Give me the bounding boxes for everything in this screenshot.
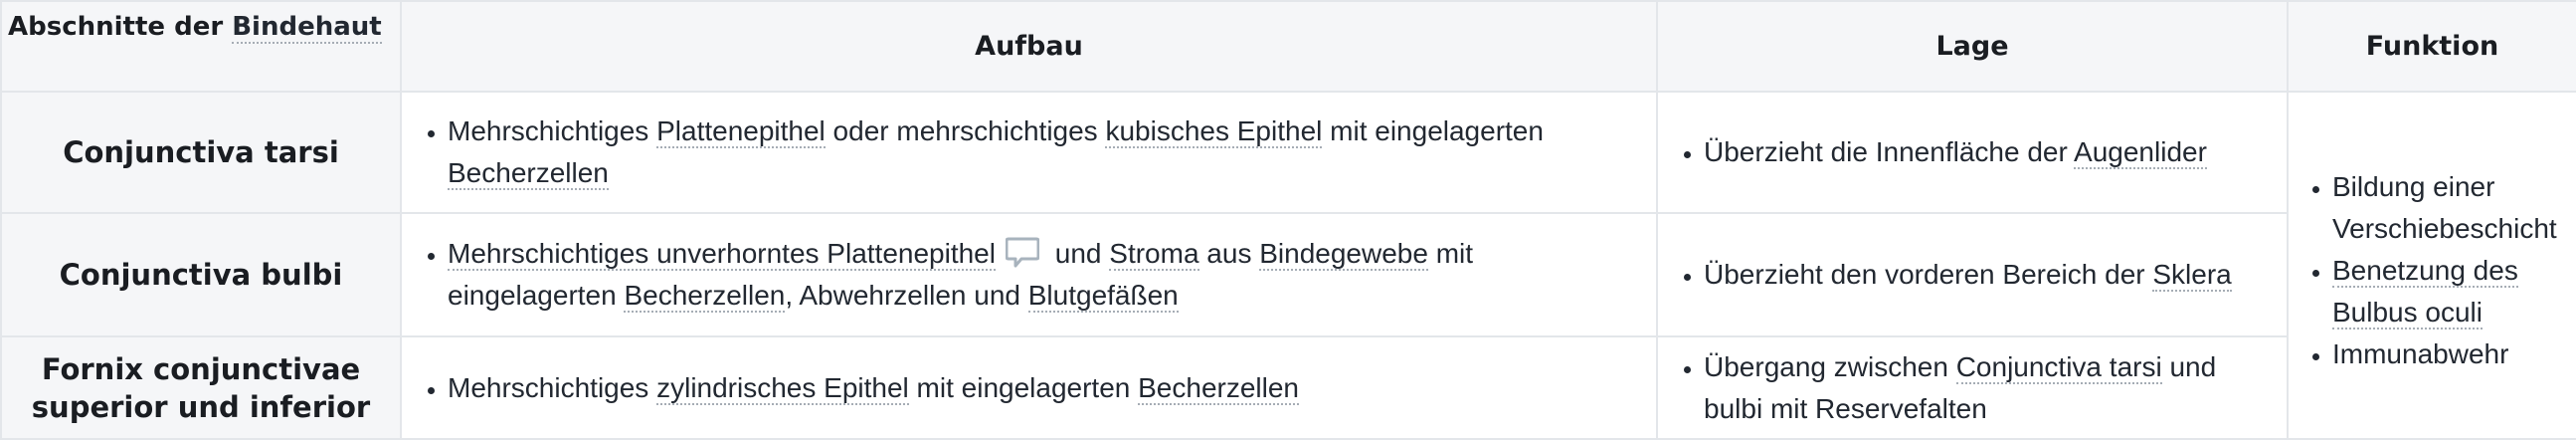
- row-label-line: superior und inferior: [31, 389, 371, 424]
- bindehaut-link[interactable]: Bindehaut: [232, 12, 382, 44]
- text: mit eingelagerten: [1322, 115, 1544, 146]
- header-row: Abschnitte der Bindehaut Aufbau Lage Fun…: [0, 0, 2576, 93]
- aufbau-cell: Mehrschichtiges Plattenepithel oder mehr…: [400, 91, 1658, 214]
- text: Übergang zwischen: [1704, 350, 1956, 382]
- header-funktion: Funktion: [2287, 0, 2576, 93]
- list-item: Mehrschichtiges unverhorntes Plattenepit…: [448, 233, 1640, 317]
- text: Mehrschichtiges: [448, 371, 657, 403]
- table-row: Conjunctiva tarsi Mehrschichtiges Platte…: [0, 91, 2576, 440]
- text: aus: [1198, 238, 1260, 269]
- kubisches-epithel-link[interactable]: kubisches Epithel: [1105, 115, 1323, 148]
- aufbau-cell: Mehrschichtiges unverhorntes Plattenepit…: [400, 212, 1658, 337]
- sklera-link[interactable]: Sklera: [2152, 259, 2232, 292]
- lage-cell: Überzieht den vorderen Bereich der Skler…: [1656, 212, 2289, 337]
- funktion-cell: Bildung einer Verschiebeschicht Benetzun…: [2287, 91, 2576, 440]
- text: Bildung einer Verschiebeschicht: [2332, 171, 2557, 244]
- row-label-conjunctiva-tarsi: Conjunctiva tarsi: [0, 91, 402, 214]
- list-item: Bildung einer Verschiebeschicht: [2332, 166, 2570, 250]
- header-abschnitte-text: Abschnitte der: [8, 12, 224, 42]
- lage-cell: Überzieht die Innenfläche der Augenlider: [1656, 91, 2289, 214]
- text: und: [1046, 238, 1110, 269]
- list-item: Immunabwehr: [2332, 333, 2570, 375]
- benetzung-bulbus-oculi-link[interactable]: Benetzung des Bulbus oculi: [2332, 255, 2518, 330]
- becherzellen-link[interactable]: Becherzellen: [1138, 371, 1299, 405]
- table-row: Conjunctiva bulbi Mehrschichtiges unverh…: [0, 212, 2576, 337]
- row-label-conjunctiva-bulbi: Conjunctiva bulbi: [0, 212, 402, 337]
- comment-icon[interactable]: [1005, 237, 1039, 269]
- text: Überzieht die Innenfläche der: [1704, 136, 2075, 167]
- conjunctiva-tarsi-link[interactable]: Conjunctiva tarsi: [1955, 350, 2162, 384]
- table-row: Fornix conjunctivae superior und inferior…: [0, 335, 2576, 440]
- anatomy-table: Abschnitte der Bindehaut Aufbau Lage Fun…: [0, 0, 2576, 440]
- becherzellen-link[interactable]: Becherzellen: [624, 280, 786, 313]
- text: Überzieht den vorderen Bereich der: [1704, 259, 2153, 290]
- header-aufbau: Aufbau: [400, 0, 1658, 93]
- header-abschnitte: Abschnitte der Bindehaut: [0, 0, 402, 93]
- text: Mehrschichtiges: [448, 115, 657, 146]
- list-item: Übergang zwischen Conjunctiva tarsi und …: [1704, 346, 2271, 430]
- text: mit eingelagerten: [908, 371, 1139, 403]
- text: , Abwehrzellen und: [785, 280, 1028, 311]
- bindegewebe-link[interactable]: Bindegewebe: [1259, 238, 1428, 271]
- lage-cell: Übergang zwischen Conjunctiva tarsi und …: [1656, 335, 2289, 440]
- list-item: Mehrschichtiges zylindrisches Epithel mi…: [448, 367, 1640, 409]
- list-item: Benetzung des Bulbus oculi: [2332, 250, 2570, 333]
- zylindrisches-epithel-link[interactable]: zylindrisches Epithel: [656, 371, 909, 405]
- text: oder mehrschichtiges: [825, 115, 1106, 146]
- row-label-line: Fornix conjunctivae: [41, 351, 361, 386]
- list-item: Mehrschichtiges Plattenepithel oder mehr…: [448, 110, 1640, 194]
- header-lage: Lage: [1656, 0, 2289, 93]
- augenlider-link[interactable]: Augenlider: [2074, 136, 2207, 169]
- becherzellen-link[interactable]: Becherzellen: [448, 157, 609, 190]
- list-item: Überzieht den vorderen Bereich der Skler…: [1704, 254, 2271, 296]
- row-label-fornix: Fornix conjunctivae superior und inferior: [0, 335, 402, 440]
- blutgefaesse-link[interactable]: Blutgefäßen: [1027, 280, 1179, 313]
- text: Immunabwehr: [2332, 338, 2509, 369]
- unverhorntes-plattenepithel-link[interactable]: Mehrschichtiges unverhorntes Plattenepit…: [448, 238, 996, 271]
- stroma-link[interactable]: Stroma: [1109, 238, 1199, 271]
- list-item: Überzieht die Innenfläche der Augenlider: [1704, 131, 2271, 173]
- plattenepithel-link[interactable]: Plattenepithel: [656, 115, 826, 148]
- aufbau-cell: Mehrschichtiges zylindrisches Epithel mi…: [400, 335, 1658, 440]
